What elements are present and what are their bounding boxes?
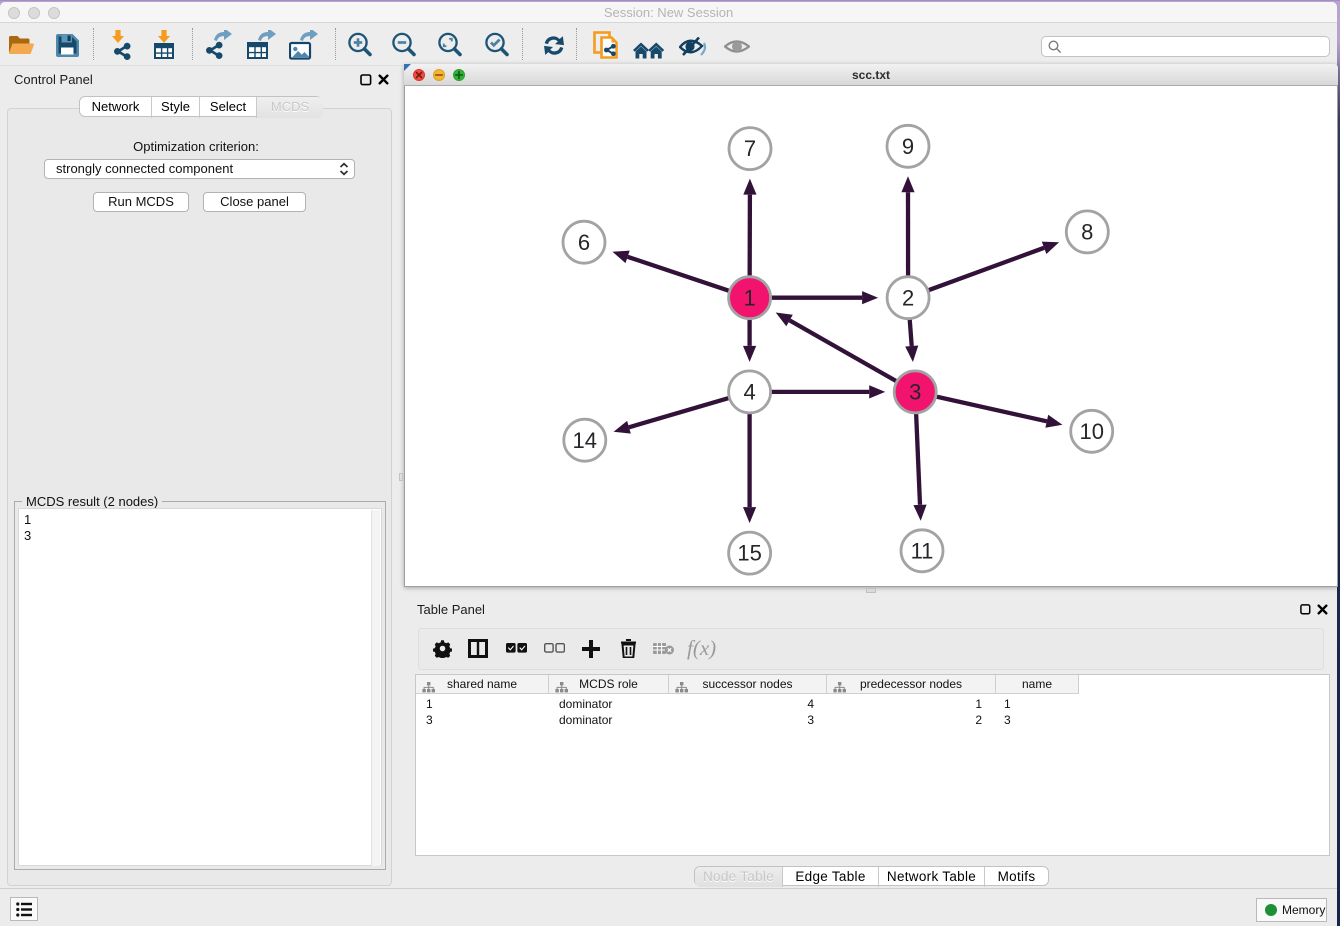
svg-text:15: 15 (737, 541, 761, 566)
svg-text:7: 7 (744, 136, 756, 161)
svg-text:8: 8 (1081, 220, 1093, 245)
svg-text:4: 4 (743, 380, 755, 405)
svg-text:14: 14 (573, 428, 597, 453)
svg-text:3: 3 (909, 380, 921, 405)
svg-text:2: 2 (902, 285, 914, 310)
svg-text:11: 11 (911, 538, 934, 563)
svg-text:6: 6 (578, 230, 590, 255)
svg-text:10: 10 (1079, 419, 1103, 444)
svg-text:1: 1 (743, 285, 755, 310)
svg-text:9: 9 (902, 134, 914, 159)
